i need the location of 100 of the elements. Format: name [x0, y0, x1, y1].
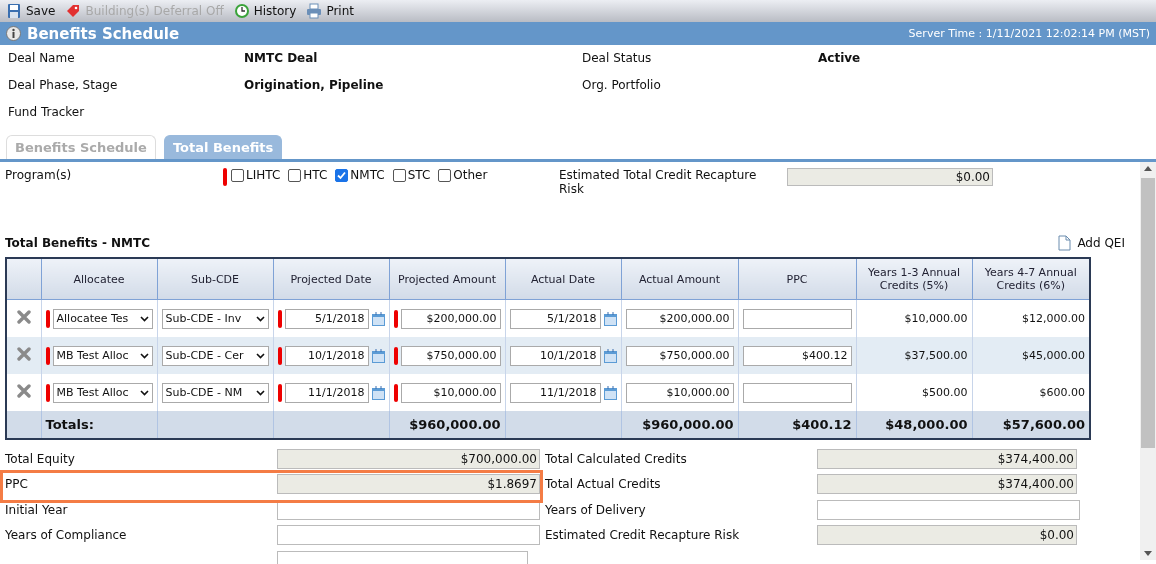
amount-field[interactable]: $200,000.00	[625, 308, 734, 329]
amount-field[interactable]: $750,000.00	[625, 345, 734, 366]
add-qei-button[interactable]: Add QEI	[1058, 235, 1125, 251]
date-field[interactable]: 5/1/2018	[284, 308, 369, 329]
column-header: Projected Amount	[389, 258, 505, 300]
column-header: Allocatee	[41, 258, 157, 300]
text-field[interactable]: $0.00	[817, 525, 1077, 546]
checkbox-label: HTC	[303, 168, 328, 182]
calendar-icon[interactable]	[603, 385, 617, 400]
field-value: Active	[818, 50, 861, 65]
field-label: Org. Portfolio	[582, 77, 661, 92]
total-cell: $57,600.00	[1002, 417, 1085, 432]
info-icon	[6, 26, 21, 41]
field-label: Deal Status	[582, 50, 652, 65]
column-header: Years 4-7 Annual Credits (6%)	[972, 258, 1090, 300]
recapture-field[interactable]: $0.00	[787, 168, 993, 186]
ppc-field[interactable]: $400.12	[742, 345, 852, 366]
calendar-icon[interactable]	[371, 311, 385, 326]
chevron-down-icon	[139, 352, 149, 359]
text-field[interactable]: $1.8697	[277, 474, 540, 495]
date-field[interactable]: 10/1/2018	[509, 345, 601, 366]
scroll-down-icon[interactable]	[1144, 551, 1152, 556]
delete-icon[interactable]	[16, 347, 31, 361]
toolbar-button[interactable]: History	[233, 3, 297, 19]
scrollbar[interactable]	[1140, 162, 1156, 560]
allocatee-dropdown[interactable]: MB Test Alloc	[52, 345, 153, 366]
column-header: Actual Amount	[621, 258, 738, 300]
toolbar-button[interactable]: Save	[6, 3, 56, 19]
ppc-field[interactable]	[742, 382, 852, 403]
table-cell: $10,000.00	[904, 312, 968, 325]
allocatee-dropdown[interactable]: Allocatee Tes	[52, 308, 153, 329]
total-cell: $48,000.00	[885, 417, 968, 432]
field-value: Origination, Pipeline	[244, 77, 384, 92]
page-title: Benefits Schedule	[27, 24, 181, 43]
date-field[interactable]: 5/1/2018	[509, 308, 601, 329]
column-header: Years 1-3 Annual Credits (5%)	[856, 258, 972, 300]
ppc-field[interactable]	[742, 308, 852, 329]
field-label: Deal Phase, Stage	[8, 77, 119, 92]
total-cell: $400.12	[792, 417, 852, 432]
sub-cde-dropdown[interactable]: Sub-CDE - Inv	[161, 308, 269, 329]
delete-icon[interactable]	[16, 384, 31, 398]
field-label: Years of Compliance	[5, 528, 127, 543]
calendar-icon[interactable]	[603, 311, 617, 326]
checkbox[interactable]	[288, 168, 302, 182]
checkbox-label: Other	[453, 168, 488, 182]
text-field[interactable]: $374,400.00	[817, 474, 1077, 495]
total-cell: $960,000.00	[642, 417, 734, 432]
sub-cde-dropdown[interactable]: Sub-CDE - NM	[161, 382, 269, 403]
table-cell: $37,500.00	[904, 349, 968, 362]
calendar-icon[interactable]	[371, 348, 385, 363]
field-label: Program(s)	[5, 168, 73, 184]
text-field[interactable]	[277, 525, 540, 546]
table-cell: $500.00	[922, 386, 968, 399]
checkbox-label: LIHTC	[246, 168, 281, 182]
field-label: Estimated Total Credit Recapture Risk	[559, 168, 758, 198]
chevron-down-icon	[255, 352, 265, 359]
field-label: Total Equity	[5, 451, 75, 466]
field-label: Initial Year	[5, 502, 68, 517]
calendar-icon[interactable]	[603, 348, 617, 363]
text-field[interactable]: $374,400.00	[817, 448, 1077, 469]
checkbox-label: STC	[407, 168, 431, 182]
chevron-down-icon	[255, 389, 265, 396]
amount-field[interactable]: $750,000.00	[400, 345, 501, 366]
date-field[interactable]: 11/1/2018	[509, 382, 601, 403]
table-cell: $45,000.00	[1022, 349, 1085, 362]
chevron-down-icon	[139, 389, 149, 396]
scroll-up-icon[interactable]	[1144, 166, 1152, 171]
text-field[interactable]	[277, 550, 528, 564]
tag-icon	[65, 3, 82, 19]
checkbox-label: NMTC	[350, 168, 385, 182]
totals-label: Totals:	[45, 417, 94, 432]
toolbar-button[interactable]: Print	[306, 3, 354, 19]
checkbox[interactable]	[438, 168, 452, 182]
save-icon	[6, 3, 22, 19]
print-icon	[306, 3, 323, 19]
checkbox[interactable]	[335, 168, 349, 182]
history-icon	[233, 3, 250, 19]
sub-cde-dropdown[interactable]: Sub-CDE - Cer	[161, 345, 269, 366]
date-field[interactable]: 11/1/2018	[284, 382, 369, 403]
column-header: Actual Date	[505, 258, 621, 300]
amount-field[interactable]: $10,000.00	[625, 382, 734, 403]
amount-field[interactable]: $200,000.00	[400, 308, 501, 329]
allocatee-dropdown[interactable]: MB Test Alloc	[52, 382, 153, 403]
field-label: Estimated Credit Recapture Risk	[545, 528, 740, 543]
field-label: Fund Tracker	[8, 104, 86, 119]
field-label: Deal Name	[8, 50, 76, 65]
date-field[interactable]: 10/1/2018	[284, 345, 369, 366]
amount-field[interactable]: $10,000.00	[400, 382, 501, 403]
column-header: PPC	[738, 258, 856, 300]
calendar-icon[interactable]	[371, 385, 385, 400]
text-field[interactable]: $700,000.00	[277, 448, 540, 469]
chevron-down-icon	[139, 315, 149, 322]
field-label: Years of Delivery	[545, 502, 646, 517]
section-title: Total Benefits - NMTC	[5, 236, 150, 250]
text-field[interactable]	[817, 499, 1080, 520]
checkbox[interactable]	[231, 168, 244, 182]
total-cell: $960,000.00	[409, 417, 501, 432]
checkbox[interactable]	[392, 168, 406, 182]
field-label: Total Calculated Credits	[545, 451, 687, 466]
delete-icon[interactable]	[16, 310, 31, 324]
